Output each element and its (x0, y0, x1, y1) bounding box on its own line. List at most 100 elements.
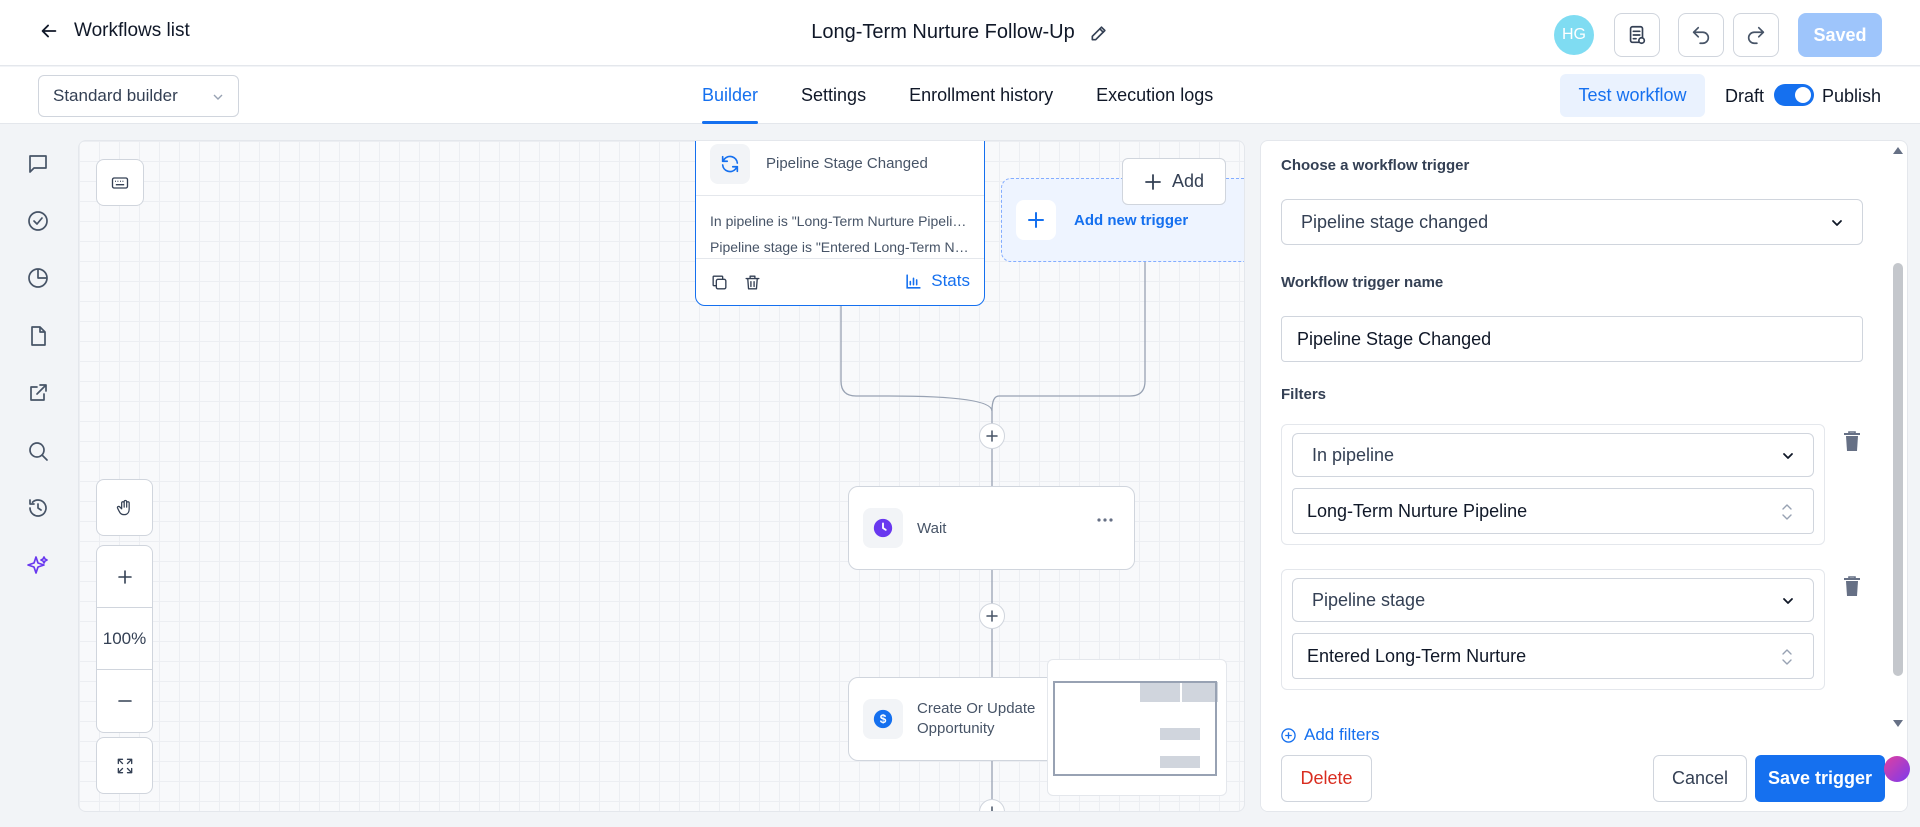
wait-node[interactable]: Wait (848, 486, 1135, 570)
trigger-type-value: Pipeline stage changed (1301, 211, 1489, 232)
user-avatar[interactable]: HG (1554, 15, 1594, 55)
chevron-down-icon (213, 94, 223, 100)
scroll-up-icon[interactable] (1892, 146, 1904, 155)
undo-button[interactable] (1678, 13, 1724, 57)
delete-filter-icon[interactable] (1842, 575, 1862, 597)
dollar-icon: $ (873, 709, 893, 729)
redo-button[interactable] (1733, 13, 1779, 57)
svg-text:$: $ (880, 712, 887, 726)
save-trigger-button[interactable]: Save trigger (1755, 755, 1885, 802)
minimap[interactable] (1047, 659, 1227, 796)
rail-ai[interactable] (25, 553, 51, 579)
pie-chart-icon (28, 268, 48, 288)
sort-arrows-icon (1782, 504, 1792, 520)
stats-button[interactable]: Stats (904, 271, 970, 291)
rail-history[interactable] (25, 495, 51, 521)
filter-field-select[interactable]: In pipeline (1292, 433, 1814, 477)
workflow-canvas[interactable]: 100% Pipeline Stage Changed In pipeline … (78, 140, 1245, 812)
rail-tasks[interactable] (25, 208, 51, 234)
refresh-icon (721, 155, 739, 172)
plus-icon (991, 806, 993, 811)
opportunity-node-label: Create Or Update (917, 700, 1036, 717)
rail-external[interactable] (25, 380, 51, 406)
rail-search[interactable] (25, 438, 51, 464)
draft-label: Draft (1725, 86, 1765, 106)
left-rail (0, 125, 76, 827)
bar-chart-icon (906, 273, 921, 289)
trash-icon[interactable] (743, 273, 762, 292)
builder-type-value: Standard builder (53, 86, 178, 105)
zoom-in-button[interactable] (97, 546, 152, 608)
plus-icon (986, 430, 998, 442)
tab-execution-logs[interactable]: Execution logs (1096, 67, 1213, 124)
filter-value-select[interactable]: Long-Term Nurture Pipeline (1292, 488, 1814, 534)
add-filters-link[interactable]: Add filters (1281, 725, 1380, 745)
add-new-trigger-label: Add new trigger (1074, 211, 1189, 229)
add-step-button[interactable] (979, 423, 1005, 449)
copy-icon[interactable] (710, 273, 729, 292)
redo-icon (1747, 26, 1765, 45)
builder-type-select[interactable]: Standard builder (38, 75, 239, 117)
filter-value: Long-Term Nurture Pipeline (1307, 500, 1528, 521)
ai-assistant-icon[interactable] (1884, 756, 1910, 782)
plus-icon (986, 610, 998, 622)
delete-filter-icon[interactable] (1842, 430, 1862, 452)
stats-label: Stats (931, 271, 970, 290)
trigger-icon-box (710, 143, 750, 184)
tab-enrollment-history[interactable]: Enrollment history (909, 67, 1053, 124)
back-to-workflows-button[interactable]: Workflows list (38, 20, 190, 42)
add-button[interactable]: Add (1122, 158, 1226, 205)
rail-reports[interactable] (25, 265, 51, 291)
trigger-name-input[interactable]: Pipeline Stage Changed (1281, 316, 1863, 362)
keyboard-icon (111, 176, 129, 189)
sort-arrows-icon (1782, 649, 1792, 665)
rail-chat[interactable] (25, 151, 51, 177)
trigger-card[interactable]: Pipeline Stage Changed In pipeline is "L… (695, 141, 985, 306)
trigger-type-select[interactable]: Pipeline stage changed (1281, 199, 1863, 245)
add-step-button[interactable] (979, 603, 1005, 629)
trigger-card-title: Pipeline Stage Changed (766, 155, 928, 172)
panel-footer: Delete Cancel Save trigger (1261, 745, 1907, 811)
plus-circle-icon (1281, 727, 1296, 743)
filter-field-value: Pipeline stage (1312, 589, 1426, 610)
tab-settings[interactable]: Settings (801, 67, 866, 124)
keyboard-shortcuts-button[interactable] (96, 159, 144, 206)
notes-button[interactable] (1614, 13, 1660, 57)
hand-icon (116, 499, 130, 515)
builder-toolbar: Standard builder Builder Settings Enroll… (0, 67, 1920, 124)
tab-builder[interactable]: Builder (702, 67, 759, 124)
scrollbar-thumb[interactable] (1893, 263, 1903, 676)
opportunity-node-label: Opportunity (917, 720, 995, 737)
scroll-down-icon[interactable] (1892, 719, 1904, 728)
zoom-out-button[interactable] (97, 670, 152, 732)
publish-toggle[interactable] (1774, 84, 1814, 106)
more-options-icon[interactable] (1096, 517, 1114, 523)
pan-tool-button[interactable] (96, 479, 153, 536)
minimap-viewport[interactable] (1053, 681, 1217, 776)
plus-icon (117, 569, 132, 584)
filter-group: In pipeline Long-Term Nurture Pipeline (1281, 424, 1825, 545)
trigger-settings-panel: Choose a workflow trigger Pipeline stage… (1260, 140, 1908, 812)
search-icon (29, 442, 48, 461)
filter-value-select[interactable]: Entered Long-Term Nurture (1292, 633, 1814, 679)
document-check-icon (1629, 25, 1646, 45)
zoom-level: 100% (97, 608, 152, 670)
clock-history-icon (29, 499, 47, 517)
pencil-edit-icon[interactable] (1089, 23, 1109, 43)
filter-field-select[interactable]: Pipeline stage (1292, 578, 1814, 622)
plus-icon (1145, 173, 1161, 190)
cancel-button[interactable]: Cancel (1653, 755, 1747, 802)
sparkles-icon (27, 556, 48, 574)
trigger-condition: Pipeline stage is "Entered Long-Term Nur… (710, 239, 970, 255)
top-header: Workflows list Long-Term Nurture Follow-… (0, 0, 1920, 66)
panel-scrollbar[interactable] (1889, 141, 1907, 751)
fit-view-button[interactable] (96, 737, 153, 794)
delete-button[interactable]: Delete (1281, 755, 1372, 802)
saved-button[interactable]: Saved (1798, 13, 1882, 57)
chat-icon (29, 155, 47, 173)
test-workflow-button[interactable]: Test workflow (1560, 74, 1705, 117)
trigger-condition: In pipeline is "Long-Term Nurture Pipeli… (710, 213, 970, 229)
add-label: Add (1171, 171, 1205, 191)
rail-files[interactable] (25, 323, 51, 349)
trigger-card-footer: Stats (696, 259, 984, 305)
